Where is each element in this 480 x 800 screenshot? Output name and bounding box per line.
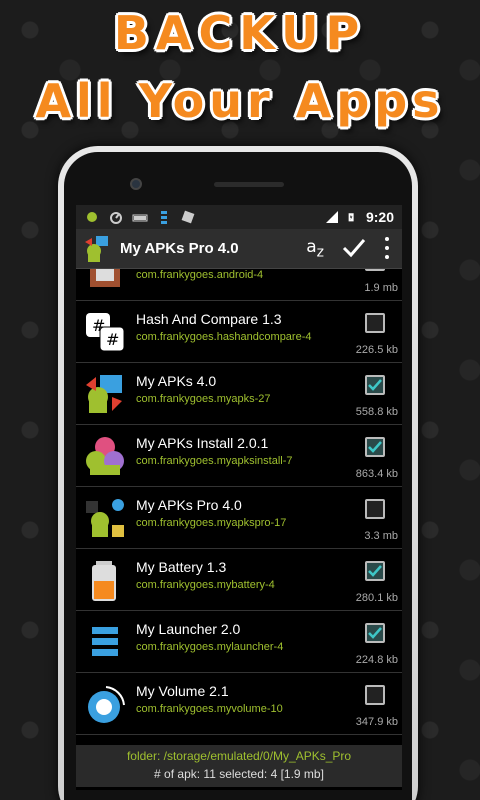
app-name: My APKs Install 2.0.1 <box>136 435 269 451</box>
sort-label: a <box>306 236 317 257</box>
select-checkbox[interactable] <box>365 561 385 581</box>
app-package: com.frankygoes.myapksinstall-7 <box>136 455 293 467</box>
app-size: 347.9 kb <box>355 716 398 728</box>
app-name: My Battery 1.3 <box>136 559 227 575</box>
app-name: My APKs 4.0 <box>136 373 217 389</box>
list-item[interactable]: My Battery 1.3 com.frankygoes.mybattery-4… <box>76 549 402 611</box>
list-item[interactable]: com.frankygoes.android-4 1.9 mb <box>76 269 402 301</box>
app-package: com.frankygoes.myapks-27 <box>136 393 271 405</box>
app-package: com.frankygoes.mybattery-4 <box>136 579 275 591</box>
sort-sub-label: z <box>316 244 324 261</box>
battery-charging-icon <box>348 213 354 222</box>
earpiece-speaker <box>214 182 284 187</box>
select-checkbox[interactable] <box>365 685 385 705</box>
promo-headline-1: BACKUP <box>113 6 367 60</box>
app-package: com.frankygoes.android-4 <box>136 269 264 281</box>
app-list[interactable]: com.frankygoes.android-4 1.9 mb # # Hash And… <box>76 269 402 745</box>
app-size: 226.5 kb <box>355 344 398 356</box>
front-camera <box>130 178 142 190</box>
select-checkbox[interactable] <box>365 269 385 271</box>
battery-100-notification-icon <box>132 214 148 222</box>
phone-screen: 9:20 My APKs Pro 4.0 az com.frankygoes.a… <box>76 205 402 790</box>
app-size: 863.4 kb <box>355 468 398 480</box>
my-apks-pro-icon <box>86 499 124 537</box>
list-item[interactable]: My APKs 4.0 com.frankygoes.myapks-27 558.8… <box>76 363 402 425</box>
promo-headline-2: All Your Apps <box>35 74 445 128</box>
footer-info: folder: /storage/emulated/0/My_APKs_Pro … <box>76 745 402 787</box>
overflow-menu-icon[interactable] <box>384 237 390 260</box>
app-size: 3.3 mb <box>364 530 398 542</box>
select-checkbox[interactable] <box>365 375 385 395</box>
list-item[interactable]: My Launcher 2.0 com.frankygoes.mylauncher… <box>76 611 402 673</box>
action-bar: My APKs Pro 4.0 az <box>76 229 402 269</box>
android-notification-icon <box>87 212 97 222</box>
select-checkbox[interactable] <box>365 623 385 643</box>
signal-icon <box>325 211 338 223</box>
sort-alphabetical-icon[interactable]: az <box>306 237 324 260</box>
android-app-icon <box>90 269 120 287</box>
app-size: 1.9 mb <box>364 282 398 294</box>
checkmark-icon <box>368 565 382 577</box>
select-checkbox[interactable] <box>365 499 385 519</box>
app-package: com.frankygoes.myvolume-10 <box>136 703 283 715</box>
app-title: My APKs Pro 4.0 <box>120 240 239 257</box>
app-name: My APKs Pro 4.0 <box>136 497 242 513</box>
app-size: 224.8 kb <box>355 654 398 666</box>
app-name: Hash And Compare 1.3 <box>136 311 282 327</box>
my-apks-install-icon <box>86 437 124 475</box>
checkmark-icon <box>368 441 382 453</box>
select-checkbox[interactable] <box>365 313 385 333</box>
list-item[interactable]: # # Hash And Compare 1.3 com.frankygoes.has… <box>76 301 402 363</box>
app-size: 280.1 kb <box>355 592 398 604</box>
list-item[interactable]: My Volume 2.1 com.frankygoes.myvolume-10 3… <box>76 673 402 735</box>
app-name: My Launcher 2.0 <box>136 621 241 637</box>
select-checkbox[interactable] <box>365 437 385 457</box>
list-item[interactable]: My APKs Pro 4.0 com.frankygoes.myapkspro-… <box>76 487 402 549</box>
svg-text:#: # <box>106 330 119 349</box>
status-bar: 9:20 <box>76 205 402 229</box>
hash-compare-icon: ## <box>86 313 125 352</box>
checkmark-icon <box>368 627 382 639</box>
app-logo-icon <box>85 235 108 262</box>
confirm-check-icon[interactable] <box>342 238 366 258</box>
launcher-icon <box>92 627 118 656</box>
clock: 9:20 <box>365 209 394 225</box>
card-notification-icon <box>181 210 195 224</box>
launcher-notification-icon <box>161 211 167 224</box>
folder-path: folder: /storage/emulated/0/My_APKs_Pro <box>126 749 352 763</box>
volume-speaker-icon <box>88 686 125 723</box>
app-package: com.frankygoes.mylauncher-4 <box>136 641 284 653</box>
speedometer-notification-icon <box>110 212 122 224</box>
battery-icon <box>92 561 116 601</box>
my-apks-icon <box>86 375 122 413</box>
list-item[interactable]: My APKs Install 2.0.1 com.frankygoes.myap… <box>76 425 402 487</box>
selection-stats: # of apk: 11 selected: 4 [1.9 mb] <box>154 767 324 781</box>
app-size: 558.8 kb <box>355 406 398 418</box>
app-package: com.frankygoes.myapkspro-17 <box>136 517 287 529</box>
app-name: My Volume 2.1 <box>136 683 229 699</box>
app-package: com.frankygoes.hashandcompare-4 <box>136 331 312 343</box>
checkmark-icon <box>368 379 382 391</box>
